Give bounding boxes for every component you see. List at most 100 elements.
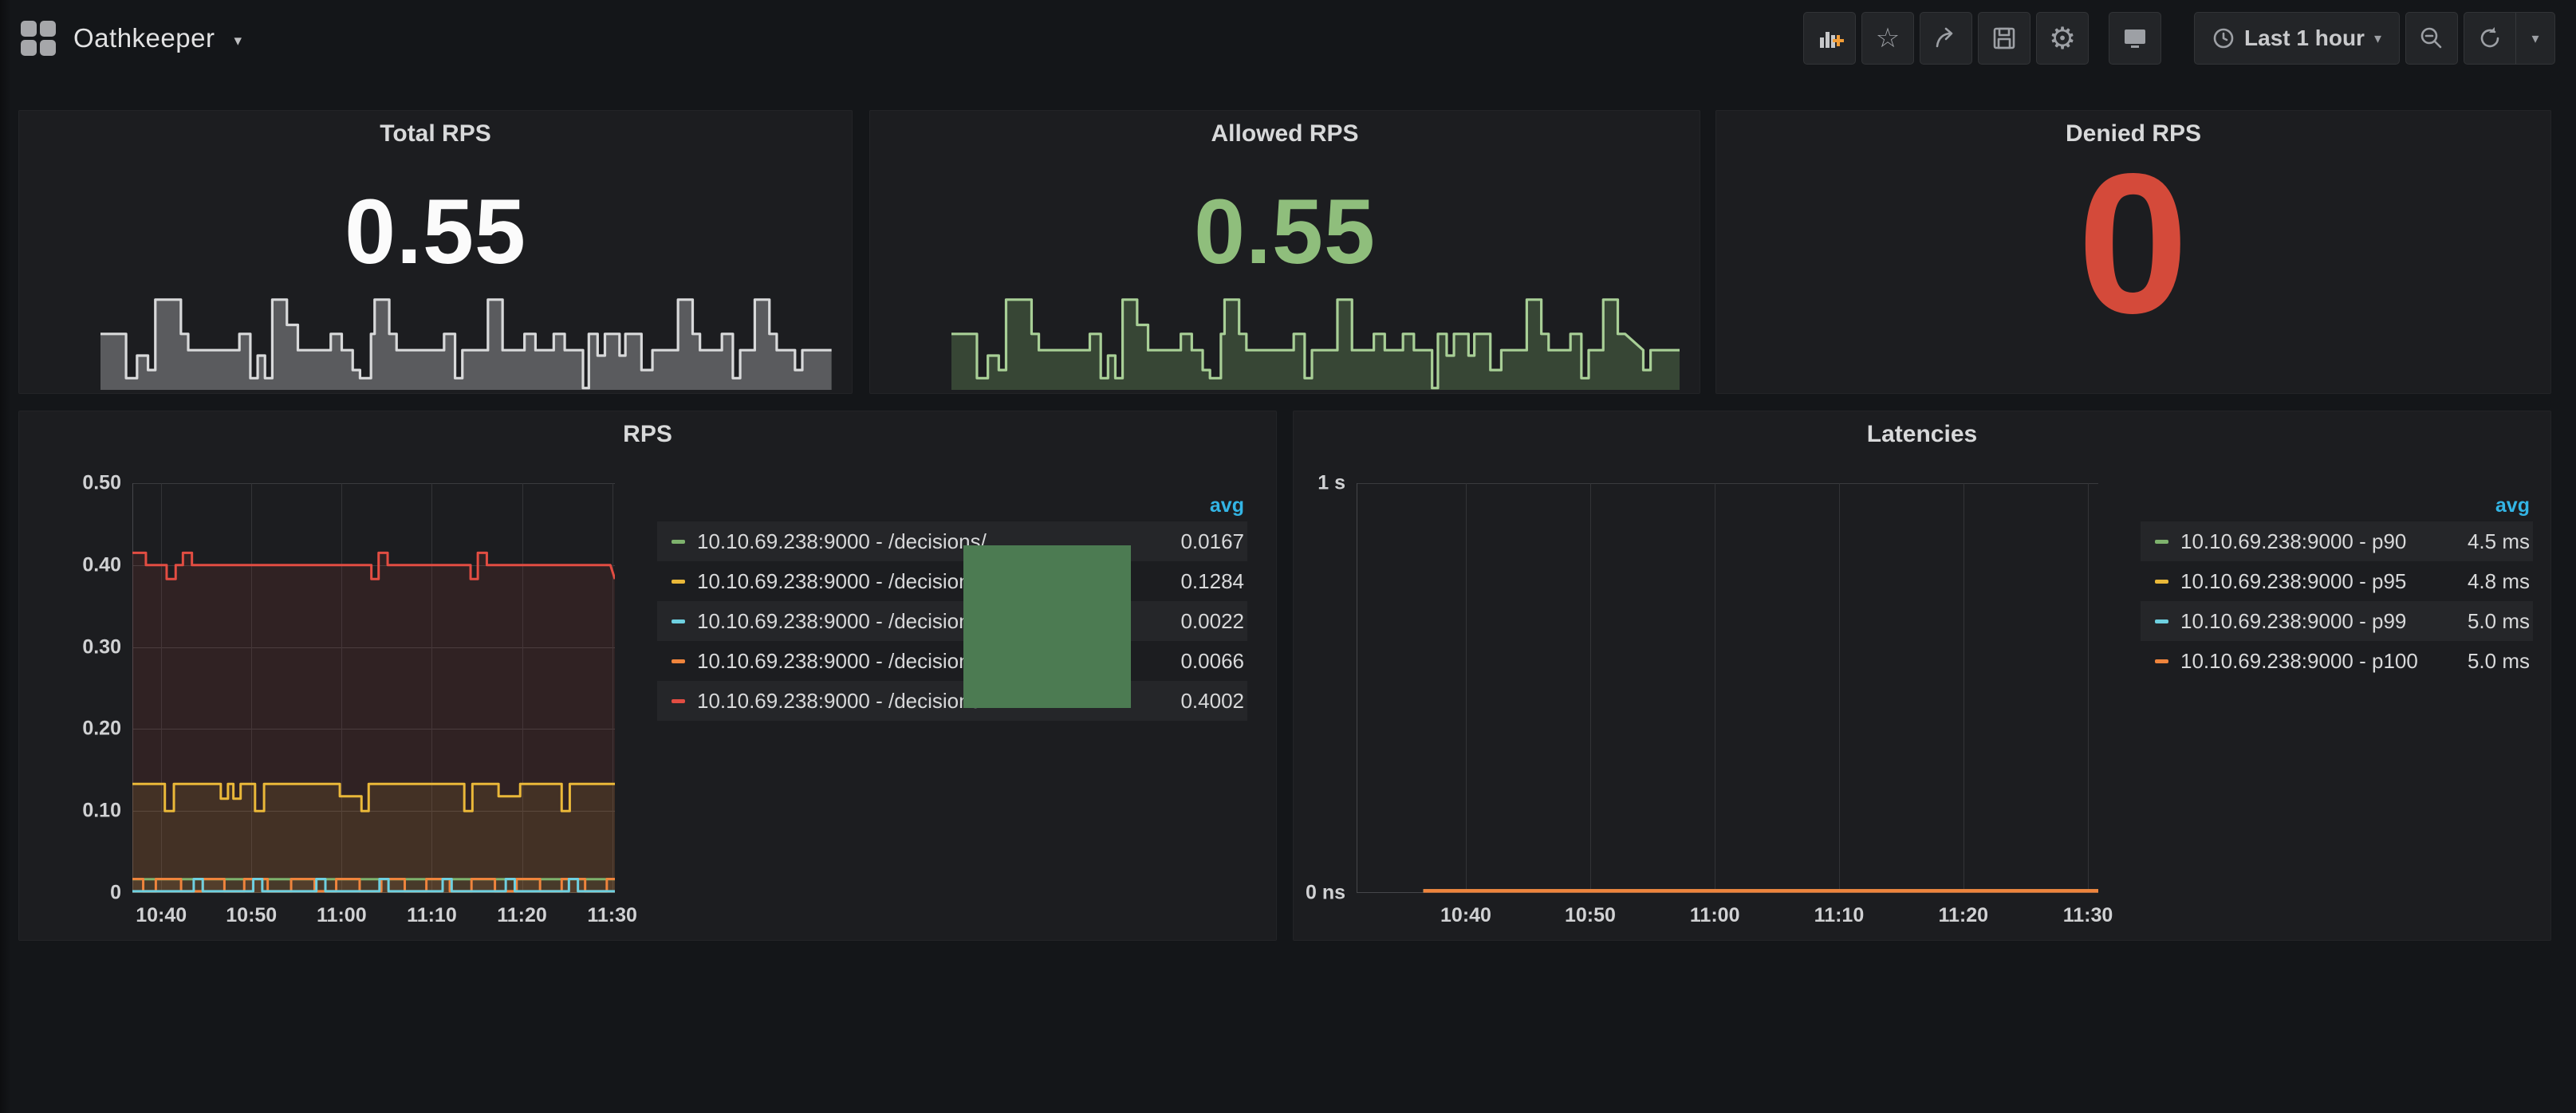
series-label[interactable]: 10.10.69.238:9000 - p90 (2180, 529, 2468, 554)
x-tick: 11:00 (317, 904, 367, 927)
dashboard-grid-icon[interactable] (21, 21, 56, 56)
rps-chart-svg (132, 483, 615, 893)
time-range-picker[interactable]: Last 1 hour ▾ (2194, 12, 2400, 65)
rps-legend: avg 10.10.69.238:9000 - /decisions/ 0.01… (657, 490, 1247, 721)
chevron-down-icon[interactable]: ▾ (234, 32, 242, 50)
x-tick: 11:30 (2063, 904, 2113, 927)
y-tick: 0.50 (82, 472, 121, 495)
legend-row[interactable]: 10.10.69.238:9000 - /decisions/ 0.0066 (657, 641, 1247, 681)
navbar: Oathkeeper ▾ ☆ (0, 0, 2576, 77)
refresh-button[interactable] (2464, 13, 2515, 64)
series-avg-value: 0.4002 (1180, 689, 1244, 714)
navbar-toolbar: ☆ ⚙ (1798, 12, 2555, 65)
y-tick: 0 (110, 882, 121, 905)
y-tick: 0 ns (1306, 882, 1345, 905)
panel-title[interactable]: Total RPS (19, 120, 852, 147)
total-rps-sparkline (100, 294, 832, 390)
star-button[interactable]: ☆ (1861, 12, 1914, 65)
tv-monitor-icon (2121, 24, 2149, 53)
series-color-chip (672, 540, 685, 544)
clock-icon (2212, 27, 2235, 49)
x-tick: 11:20 (497, 904, 547, 927)
series-color-chip (2155, 580, 2168, 584)
time-range-label: Last 1 hour (2244, 26, 2365, 51)
rps-plot-area: 0.50 0.40 0.30 0.20 0.10 0 10:40 10:50 1… (132, 483, 615, 893)
panel-title[interactable]: Latencies (1294, 421, 2550, 448)
legend-row[interactable]: 10.10.69.238:9000 - /decisions/ 0.0022 (657, 601, 1247, 641)
x-tick: 11:00 (1690, 904, 1740, 927)
allowed-rps-sparkline (951, 294, 1680, 390)
series-color-chip (672, 659, 685, 663)
legend-row[interactable]: 10.10.69.238:9000 - p99 5.0 ms (2141, 601, 2533, 641)
panel-title[interactable]: RPS (19, 421, 1276, 448)
y-tick: 0.20 (82, 718, 121, 741)
navbar-left: Oathkeeper ▾ (21, 21, 242, 56)
x-tick: 10:40 (1440, 904, 1491, 927)
share-icon (1932, 25, 1960, 52)
add-panel-button[interactable] (1803, 12, 1856, 65)
x-tick: 11:20 (1938, 904, 1988, 927)
save-button[interactable] (1978, 12, 2030, 65)
series-avg-value: 0.1284 (1180, 569, 1244, 594)
legend-row[interactable]: 10.10.69.238:9000 - p90 4.5 ms (2141, 521, 2533, 561)
share-button[interactable] (1920, 12, 1972, 65)
y-tick: 0.40 (82, 553, 121, 576)
series-label[interactable]: 10.10.69.238:9000 - p95 (2180, 569, 2468, 594)
x-tick: 10:40 (136, 904, 187, 927)
total-rps-value: 0.55 (19, 179, 852, 285)
panel-title[interactable]: Allowed RPS (870, 120, 1700, 147)
green-overlay-box (963, 545, 1131, 708)
refresh-interval-dropdown[interactable]: ▾ (2516, 13, 2554, 64)
panel-denied-rps: Denied RPS 0 (1715, 110, 2551, 394)
refresh-button-group: ▾ (2464, 12, 2555, 65)
legend-row[interactable]: 10.10.69.238:9000 - p100 5.0 ms (2141, 641, 2533, 681)
series-avg-value: 5.0 ms (2468, 609, 2530, 634)
star-icon: ☆ (1876, 25, 1900, 52)
x-tick: 11:10 (407, 904, 457, 927)
legend-row[interactable]: 10.10.69.238:9000 - p95 4.8 ms (2141, 561, 2533, 601)
series-color-chip (672, 580, 685, 584)
panel-latencies-chart: Latencies 1 s 0 ns 10:40 10:50 11:00 11:… (1293, 411, 2551, 941)
legend-row[interactable]: 10.10.69.238:9000 - /decisions/ 0.0167 (657, 521, 1247, 561)
zoom-out-button[interactable] (2405, 12, 2458, 65)
series-label[interactable]: 10.10.69.238:9000 - p100 (2180, 649, 2468, 674)
latencies-chart-svg (1357, 483, 2098, 893)
settings-button[interactable]: ⚙ (2036, 12, 2089, 65)
denied-rps-value: 0 (1716, 129, 2550, 358)
dashboard-title[interactable]: Oathkeeper (73, 23, 215, 53)
series-avg-value: 0.0167 (1180, 529, 1244, 554)
cycle-view-button[interactable] (2109, 12, 2161, 65)
series-avg-value: 5.0 ms (2468, 649, 2530, 674)
legend-row[interactable]: 10.10.69.238:9000 - /decisions/ 0.4002 (657, 681, 1247, 721)
chevron-down-icon: ▾ (2531, 30, 2539, 47)
series-color-chip (672, 699, 685, 703)
refresh-icon (2477, 26, 2503, 51)
series-label[interactable]: 10.10.69.238:9000 - p99 (2180, 609, 2468, 634)
chevron-down-icon: ▾ (2374, 30, 2381, 47)
series-color-chip (2155, 659, 2168, 663)
series-avg-value: 4.8 ms (2468, 569, 2530, 594)
gear-icon: ⚙ (2049, 23, 2076, 53)
legend-row[interactable]: 10.10.69.238:9000 - /decisions/ 0.1284 (657, 561, 1247, 601)
series-avg-value: 0.0022 (1180, 609, 1244, 634)
series-avg-value: 4.5 ms (2468, 529, 2530, 554)
grafana-dashboard: Oathkeeper ▾ ☆ (0, 0, 2576, 1113)
y-tick: 0.10 (82, 800, 121, 823)
legend-avg-header[interactable]: avg (657, 490, 1247, 521)
x-tick: 10:50 (1565, 904, 1616, 927)
x-tick: 11:30 (587, 904, 637, 927)
series-color-chip (672, 619, 685, 623)
collapsed-sidemenu-strip (0, 0, 11, 1113)
latencies-plot-area: 1 s 0 ns 10:40 10:50 11:00 11:10 11:20 1… (1357, 483, 2098, 893)
latencies-legend: avg 10.10.69.238:9000 - p90 4.5 ms 10.10… (2141, 490, 2533, 681)
y-tick: 0.30 (82, 635, 121, 659)
x-tick: 11:10 (1814, 904, 1865, 927)
allowed-rps-value: 0.55 (870, 179, 1700, 285)
series-color-chip (2155, 619, 2168, 623)
series-avg-value: 0.0066 (1180, 649, 1244, 674)
legend-avg-header[interactable]: avg (2141, 490, 2533, 521)
y-tick: 1 s (1318, 472, 1345, 495)
series-color-chip (2155, 540, 2168, 544)
panel-allowed-rps: Allowed RPS 0.55 (869, 110, 1700, 394)
x-tick: 10:50 (226, 904, 277, 927)
